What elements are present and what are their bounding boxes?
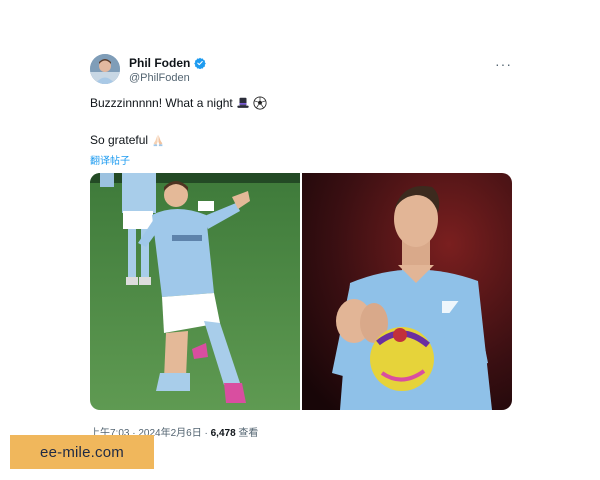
media-grid bbox=[90, 173, 512, 410]
verified-badge-icon bbox=[194, 57, 207, 69]
display-name[interactable]: Phil Foden bbox=[129, 56, 190, 70]
celebration-photo[interactable] bbox=[90, 173, 300, 410]
soccer-ball-icon bbox=[253, 96, 267, 110]
handle[interactable]: @PhilFoden bbox=[129, 72, 206, 84]
page: Phil Foden @PhilFoden ··· Buzzzinnnnn! W… bbox=[0, 0, 600, 480]
author-names: Phil Foden @PhilFoden bbox=[129, 55, 207, 84]
tweet-text: Buzzzinnnnn! What a night bbox=[90, 96, 233, 110]
views-count: 6,478 bbox=[210, 428, 236, 439]
watermark: ee-mile.com bbox=[10, 435, 154, 469]
views-label: 查看 bbox=[235, 428, 259, 439]
applause-photo[interactable] bbox=[302, 173, 512, 410]
translate-post-link[interactable]: 翻译帖子 bbox=[90, 152, 130, 167]
tweet-text: So grateful bbox=[90, 133, 149, 147]
more-options-icon[interactable]: ··· bbox=[495, 56, 512, 72]
tweet-text-line-1: Buzzzinnnnn! What a night bbox=[90, 96, 267, 110]
tweet-card: Phil Foden @PhilFoden ··· Buzzzinnnnn! W… bbox=[90, 52, 512, 439]
praying-hands-icon bbox=[153, 134, 163, 147]
tweet-header: Phil Foden @PhilFoden ··· bbox=[90, 52, 512, 88]
display-name-row: Phil Foden bbox=[129, 55, 207, 70]
top-hat-icon bbox=[237, 97, 249, 108]
watermark-text: ee-mile.com bbox=[40, 443, 124, 461]
avatar[interactable] bbox=[90, 54, 120, 84]
tweet-text-line-2: So grateful bbox=[90, 133, 165, 147]
